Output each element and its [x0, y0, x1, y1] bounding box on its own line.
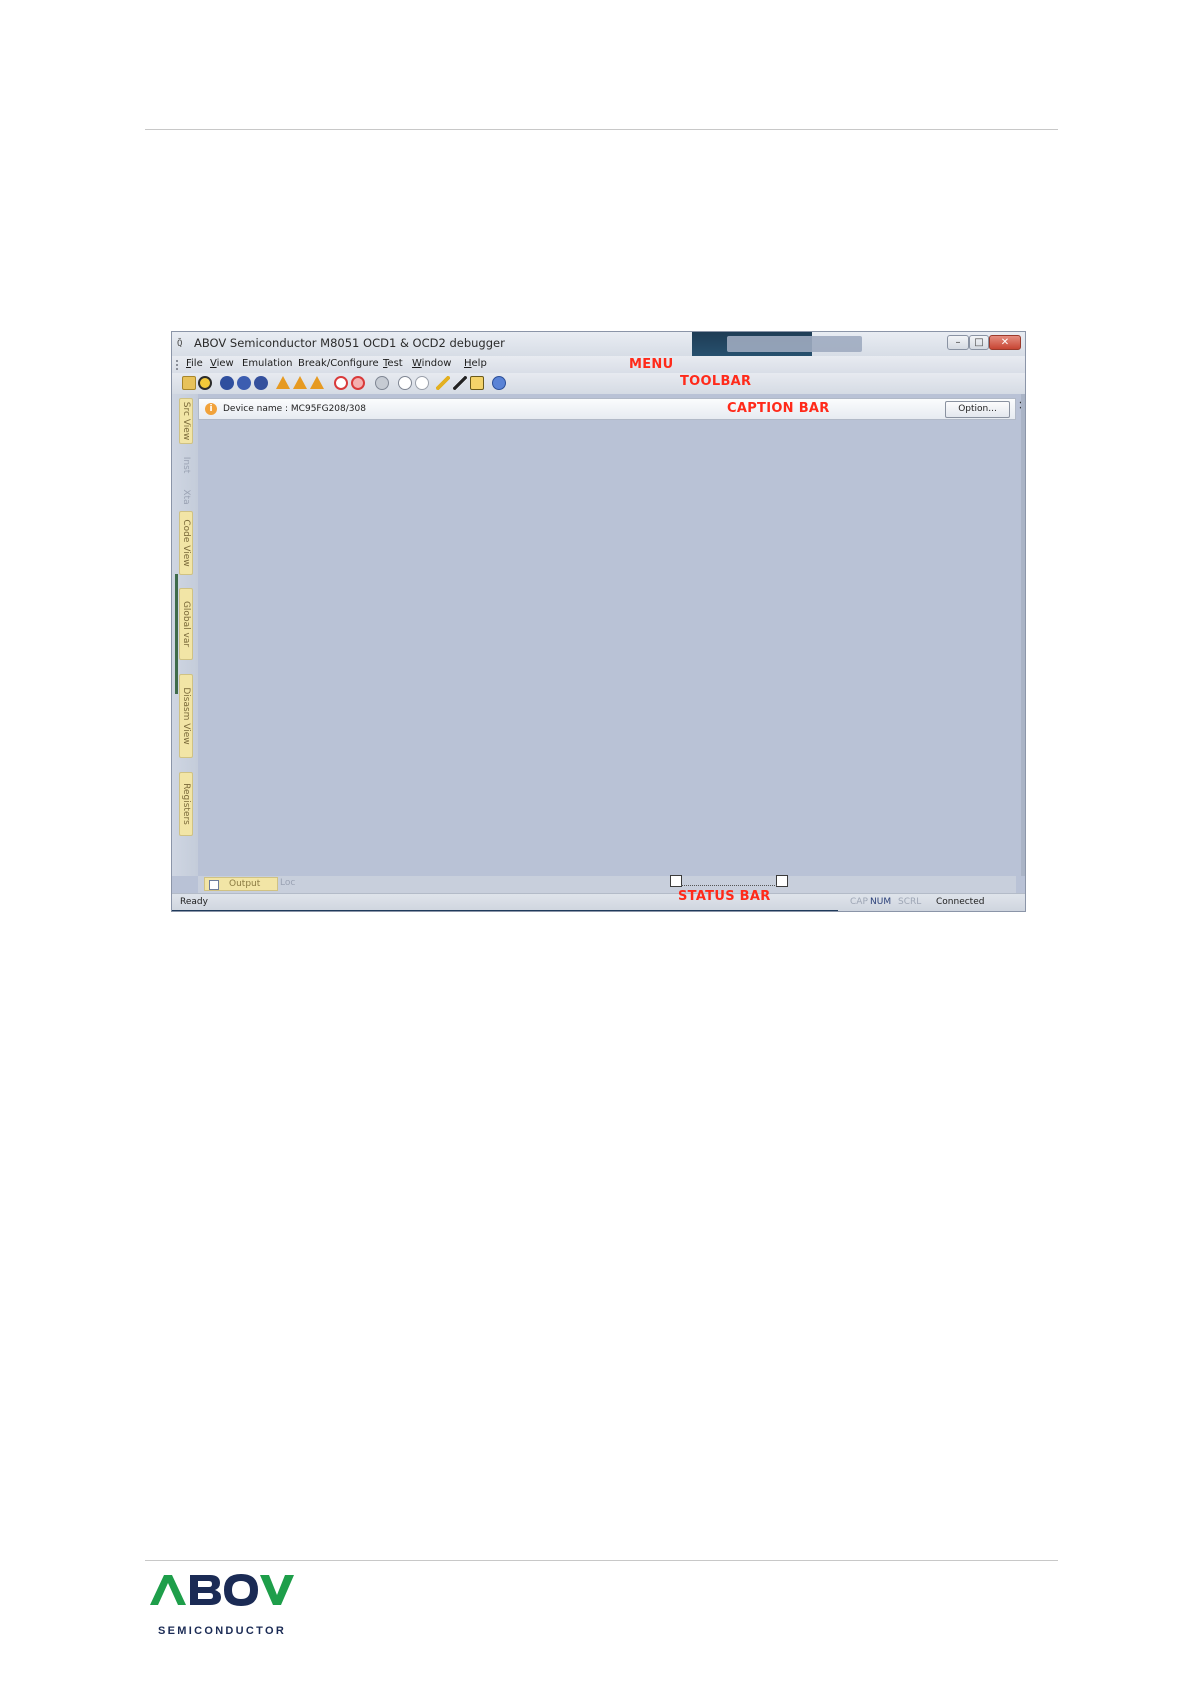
side-tab-strip: Src View Inst Xta Code View Global var D… — [172, 394, 198, 876]
abov-logo: SEMICONDUCTOR — [148, 1571, 296, 1643]
circle-1-icon[interactable] — [398, 376, 412, 390]
status-marker-line — [681, 885, 777, 886]
warning-3-icon[interactable] — [310, 376, 324, 389]
status-marker-right — [776, 875, 788, 887]
grid-icon[interactable] — [375, 376, 389, 390]
side-tab-xta[interactable]: Xta — [179, 484, 193, 510]
status-ready: Ready — [180, 897, 208, 907]
side-accent-bar — [175, 574, 178, 694]
pointer-icon[interactable] — [453, 376, 467, 390]
circle-2-icon[interactable] — [415, 376, 429, 390]
taskbar-strip — [172, 910, 838, 911]
taskbar-button-glimpse — [727, 336, 862, 352]
break-1-icon[interactable] — [334, 376, 348, 390]
device-name-label: Device name : MC95FG208/308 — [223, 404, 366, 414]
step-out-icon[interactable] — [254, 376, 268, 390]
window-title: ABOV Semiconductor M8051 OCD1 & OCD2 deb… — [194, 336, 505, 350]
side-tab-global-var[interactable]: Global var — [179, 588, 193, 660]
close-window-button[interactable]: ✕ — [989, 335, 1021, 350]
maximize-button[interactable]: □ — [969, 335, 989, 350]
menu-emulation[interactable]: Emulation — [242, 358, 292, 369]
step-over-icon[interactable] — [237, 376, 251, 390]
caption-bar: i Device name : MC95FG208/308 Option... — [198, 398, 1016, 420]
radiation-icon[interactable] — [198, 376, 212, 390]
debugger-window-screenshot: Q̄ ABOV Semiconductor M8051 OCD1 & OCD2 … — [171, 331, 1026, 912]
open-folder-icon[interactable] — [182, 376, 196, 390]
tab-loc[interactable]: Loc — [280, 878, 295, 888]
menu-test[interactable]: Test — [383, 358, 403, 369]
status-connection: Connected — [936, 897, 985, 907]
menu-file[interactable]: File — [186, 358, 203, 369]
toolbar — [172, 373, 1025, 394]
annotation-status-bar: STATUS BAR — [678, 889, 771, 904]
break-2-icon[interactable] — [351, 376, 365, 390]
warning-2-icon[interactable] — [293, 376, 307, 389]
bottom-tab-strip: Output Loc — [198, 876, 1016, 893]
menu-bar: File View Emulation Break/Configure Test… — [172, 356, 1025, 373]
menu-help[interactable]: Help — [464, 358, 487, 369]
footer-rule — [145, 1560, 1058, 1561]
header-rule — [145, 129, 1058, 130]
lock-icon[interactable] — [470, 376, 484, 390]
help-icon[interactable] — [492, 376, 506, 390]
menu-break-configure[interactable]: Break/Configure — [298, 358, 379, 369]
minimize-button[interactable]: – — [947, 335, 969, 350]
side-tab-code-view[interactable]: Code View — [179, 511, 193, 575]
menu-grip-icon[interactable] — [176, 360, 180, 370]
status-bar: Ready CAP NUM SCRL Connected — [172, 893, 1025, 911]
menu-view[interactable]: View — [210, 358, 234, 369]
option-button[interactable]: Option... — [945, 401, 1010, 418]
pencil-icon[interactable] — [436, 376, 450, 390]
annotation-menu: MENU — [629, 357, 674, 372]
status-num-indicator: NUM — [870, 897, 892, 907]
side-tab-src-view[interactable]: Src View — [179, 398, 193, 444]
menu-window[interactable]: Window — [412, 358, 451, 369]
abov-logo-mark — [150, 1574, 294, 1606]
status-scrl-indicator: SCRL — [898, 897, 922, 907]
annotation-toolbar: TOOLBAR — [680, 374, 752, 389]
abov-logo-subtitle: SEMICONDUCTOR — [158, 1625, 287, 1637]
right-edge-scrollbar[interactable] — [1021, 394, 1025, 876]
side-tab-disasm-view[interactable]: Disasm View — [179, 674, 193, 758]
annotation-caption-bar: CAPTION BAR — [727, 401, 830, 416]
output-icon — [209, 880, 219, 890]
tab-output[interactable]: Output — [204, 877, 278, 891]
side-tab-registers[interactable]: Registers — [179, 772, 193, 836]
status-cap-indicator: CAP — [850, 897, 868, 907]
app-icon: Q̄ — [177, 339, 183, 349]
warning-1-icon[interactable] — [276, 376, 290, 389]
side-tab-inst[interactable]: Inst — [179, 448, 193, 482]
title-bar: Q̄ ABOV Semiconductor M8051 OCD1 & OCD2 … — [172, 332, 1025, 356]
info-icon: i — [205, 403, 217, 415]
step-into-icon[interactable] — [220, 376, 234, 390]
